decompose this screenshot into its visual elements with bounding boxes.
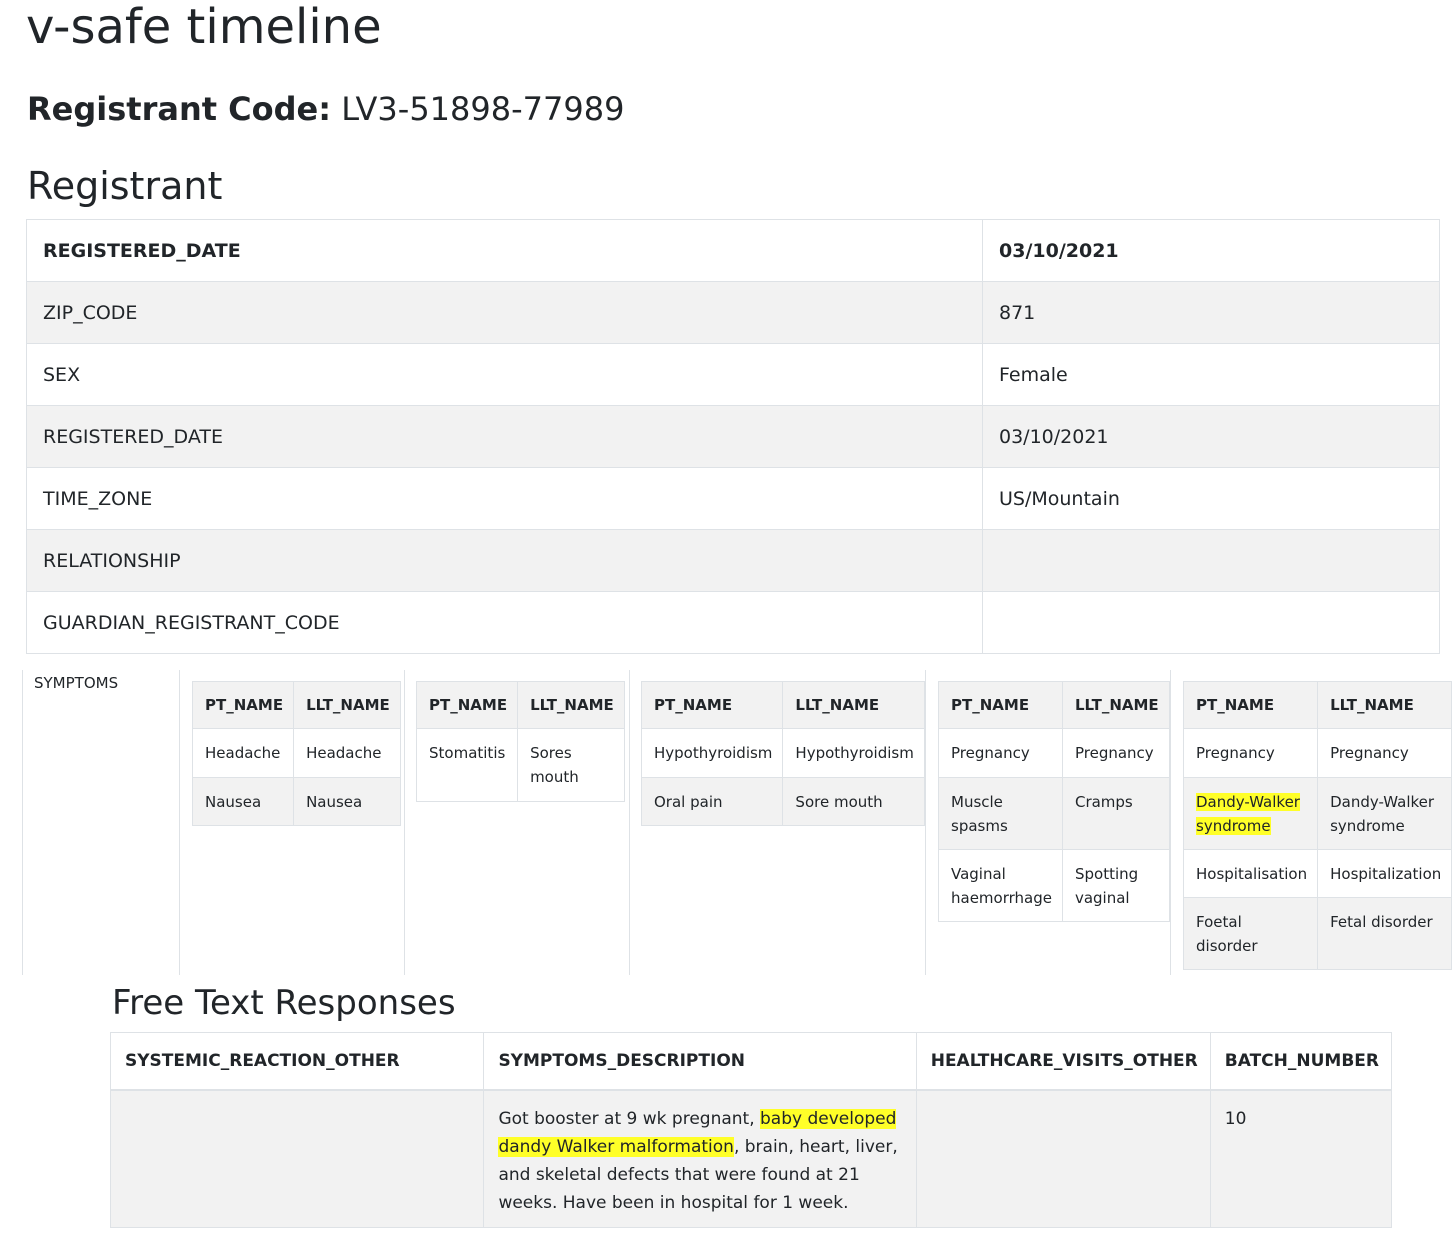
column-header: HEALTHCARE_VISITS_OTHER (915, 1032, 1211, 1091)
llt-name-header: LLT_NAME (293, 681, 401, 729)
llt-name-header: LLT_NAME (782, 681, 925, 729)
pt-name-cell: Pregnancy (1182, 728, 1319, 778)
divider (404, 670, 405, 975)
table-row: RELATIONSHIP (26, 529, 1440, 592)
registrant-code-value: LV3-51898-77989 (341, 90, 625, 128)
registrant-key: ZIP_CODE (26, 281, 983, 344)
llt-name-header: LLT_NAME (517, 681, 625, 729)
symptom-table-3: PT_NAME LLT_NAME Hypothyroidism Hypothyroi… (640, 681, 925, 826)
table-header-row: SYSTEMIC_REACTION_OTHER SYMPTOMS_DESCRIP… (109, 1032, 1393, 1091)
registrant-code: Registrant Code: LV3-51898-77989 (27, 84, 624, 134)
llt-name-cell: Nausea (293, 777, 401, 826)
registrant-heading: Registrant (27, 164, 223, 208)
table-row: ZIP_CODE 871 (26, 281, 1440, 344)
batch-number-cell: 10 (1209, 1089, 1393, 1228)
divider (179, 670, 180, 975)
pt-name-cell: Pregnancy (938, 728, 1063, 778)
pt-name-cell: Muscle spasms (938, 777, 1063, 850)
registrant-key: SEX (26, 343, 983, 406)
divider (22, 670, 23, 975)
registrant-key: RELATIONSHIP (26, 529, 983, 592)
llt-name-cell: Hospitalization (1317, 849, 1453, 898)
symptoms-label: SYMPTOMS (34, 674, 119, 692)
registrant-value: 03/10/2021 (982, 405, 1440, 468)
llt-name-cell: Dandy-Walker syndrome (1317, 777, 1453, 850)
pt-name-cell: Hospitalisation (1182, 849, 1319, 898)
column-header: SYMPTOMS_DESCRIPTION (483, 1032, 917, 1091)
highlighted-text: Dandy-Walker syndrome (1196, 793, 1300, 835)
table-row: TIME_ZONE US/Mountain (26, 467, 1440, 530)
symptom-table-1: PT_NAME LLT_NAME Headache Headache Nausea N… (191, 681, 401, 826)
symptoms-description-cell: Got booster at 9 wk pregnant, baby devel… (483, 1089, 917, 1228)
description-text: Got booster at 9 wk pregnant, (498, 1109, 761, 1129)
column-header: BATCH_NUMBER (1209, 1032, 1393, 1091)
llt-name-header: LLT_NAME (1317, 681, 1453, 729)
registrant-key: GUARDIAN_REGISTRANT_CODE (26, 591, 983, 654)
column-header: SYSTEMIC_REACTION_OTHER (109, 1032, 485, 1091)
registrant-key: TIME_ZONE (26, 467, 983, 530)
registrant-value: US/Mountain (982, 467, 1440, 530)
llt-name-cell: Hypothyroidism (782, 728, 925, 778)
table-row: SEX Female (26, 343, 1440, 406)
pt-name-cell: Vaginal haemorrhage (938, 849, 1063, 922)
pt-name-header: PT_NAME (640, 681, 784, 729)
symptom-table-2: PT_NAME LLT_NAME Stomatitis Sores mouth (415, 681, 625, 802)
llt-name-cell: Pregnancy (1061, 728, 1170, 778)
registrant-value (982, 529, 1440, 592)
table-row: GUARDIAN_REGISTRANT_CODE (26, 591, 1440, 654)
registrant-value (982, 591, 1440, 654)
llt-name-cell: Sores mouth (517, 728, 625, 802)
table-row: Got booster at 9 wk pregnant, baby devel… (109, 1089, 1393, 1228)
free-text-heading: Free Text Responses (112, 983, 456, 1023)
pt-name-header: PT_NAME (938, 681, 1063, 729)
llt-name-cell: Fetal disorder (1317, 897, 1453, 970)
llt-name-cell: Headache (293, 728, 401, 778)
llt-name-cell: Spotting vaginal (1061, 849, 1170, 922)
systemic-reaction-other-cell (109, 1089, 485, 1228)
table-row: REGISTERED_DATE 03/10/2021 (26, 405, 1440, 468)
registrant-value: Female (982, 343, 1440, 406)
divider (629, 670, 630, 975)
pt-name-cell: Nausea (191, 777, 295, 826)
pt-name-header: PT_NAME (415, 681, 519, 729)
pt-name-cell: Stomatitis (415, 728, 519, 802)
pt-name-cell: Dandy-Walker syndrome (1182, 777, 1319, 850)
divider (1170, 670, 1171, 975)
symptom-table-4: PT_NAME LLT_NAME Pregnancy Pregnancy Muscl… (938, 681, 1170, 922)
llt-name-header: LLT_NAME (1061, 681, 1170, 729)
llt-name-cell: Cramps (1061, 777, 1170, 850)
registrant-key: REGISTERED_DATE (26, 405, 983, 468)
registrant-table: REGISTERED_DATE 03/10/2021 ZIP_CODE 871 … (26, 219, 1440, 654)
llt-name-cell: Pregnancy (1317, 728, 1453, 778)
registrant-code-label: Registrant Code: (27, 90, 332, 128)
symptom-table-5: PT_NAME LLT_NAME Pregnancy Pregnancy Dandy… (1182, 681, 1453, 970)
healthcare-visits-other-cell (915, 1089, 1211, 1228)
llt-name-cell: Sore mouth (782, 777, 925, 826)
pt-name-cell: Headache (191, 728, 295, 778)
pt-name-cell: Oral pain (640, 777, 784, 826)
page-title: v-safe timeline (26, 0, 382, 55)
free-text-table: SYSTEMIC_REACTION_OTHER SYMPTOMS_DESCRIP… (109, 1032, 1393, 1228)
pt-name-cell: Foetal disorder (1182, 897, 1319, 970)
pt-name-header: PT_NAME (191, 681, 295, 729)
divider (925, 670, 926, 975)
pt-name-header: PT_NAME (1182, 681, 1319, 729)
registrant-value: 871 (982, 281, 1440, 344)
registrant-key: REGISTERED_DATE (26, 219, 983, 282)
registrant-value: 03/10/2021 (982, 219, 1440, 282)
pt-name-cell: Hypothyroidism (640, 728, 784, 778)
table-row: REGISTERED_DATE 03/10/2021 (26, 219, 1440, 282)
